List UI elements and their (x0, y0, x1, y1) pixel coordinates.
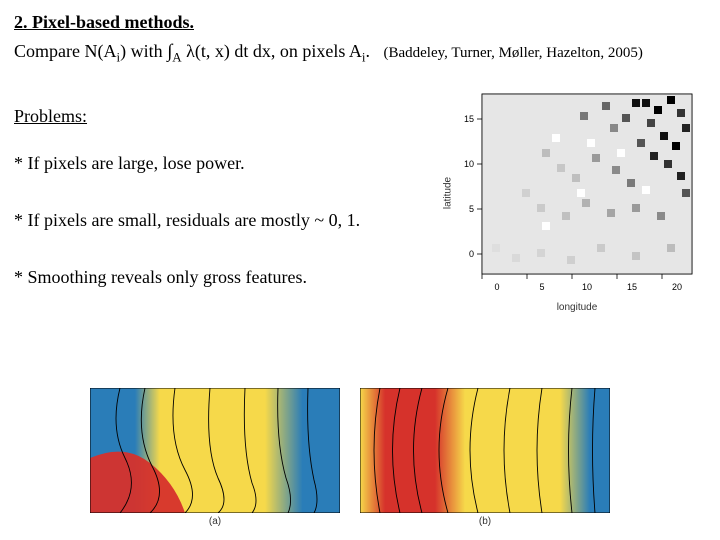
panel-a: (a) (90, 388, 340, 513)
pixel-residual-plot: latitude longitude (452, 88, 702, 298)
x-axis-label: longitude (557, 302, 598, 313)
y-tick: 15 (464, 114, 474, 124)
panel-caption: (b) (479, 516, 491, 527)
panel-caption: (a) (209, 516, 221, 527)
eq-part: ) with (120, 41, 167, 61)
eq-part: λ(t, x) dt dx, on pixels A (182, 41, 362, 61)
eq-part: . (365, 41, 370, 61)
y-tick: 10 (464, 159, 474, 169)
panel-b: (b) (360, 388, 610, 513)
x-tick: 0 (494, 282, 499, 292)
eq-sub: A (172, 50, 181, 65)
bullet-item: * Smoothing reveals only gross features. (14, 267, 434, 288)
x-tick: 15 (627, 282, 637, 292)
eq-part: Compare N(A (14, 41, 116, 61)
y-tick: 0 (469, 249, 474, 259)
x-tick: 5 (539, 282, 544, 292)
x-tick: 10 (582, 282, 592, 292)
y-axis-label: latitude (443, 177, 454, 209)
contour-panels: (a) (90, 388, 630, 528)
y-tick: 5 (469, 204, 474, 214)
bullet-item: * If pixels are small, residuals are mos… (14, 210, 434, 231)
bullet-item: * If pixels are large, lose power. (14, 153, 434, 174)
equation-line: Compare N(Ai) with ∫A λ(t, x) dt dx, on … (14, 41, 706, 66)
citation: (Baddeley, Turner, Møller, Hazelton, 200… (383, 45, 642, 61)
x-tick: 20 (672, 282, 682, 292)
section-title: 2. Pixel-based methods. (14, 12, 706, 33)
